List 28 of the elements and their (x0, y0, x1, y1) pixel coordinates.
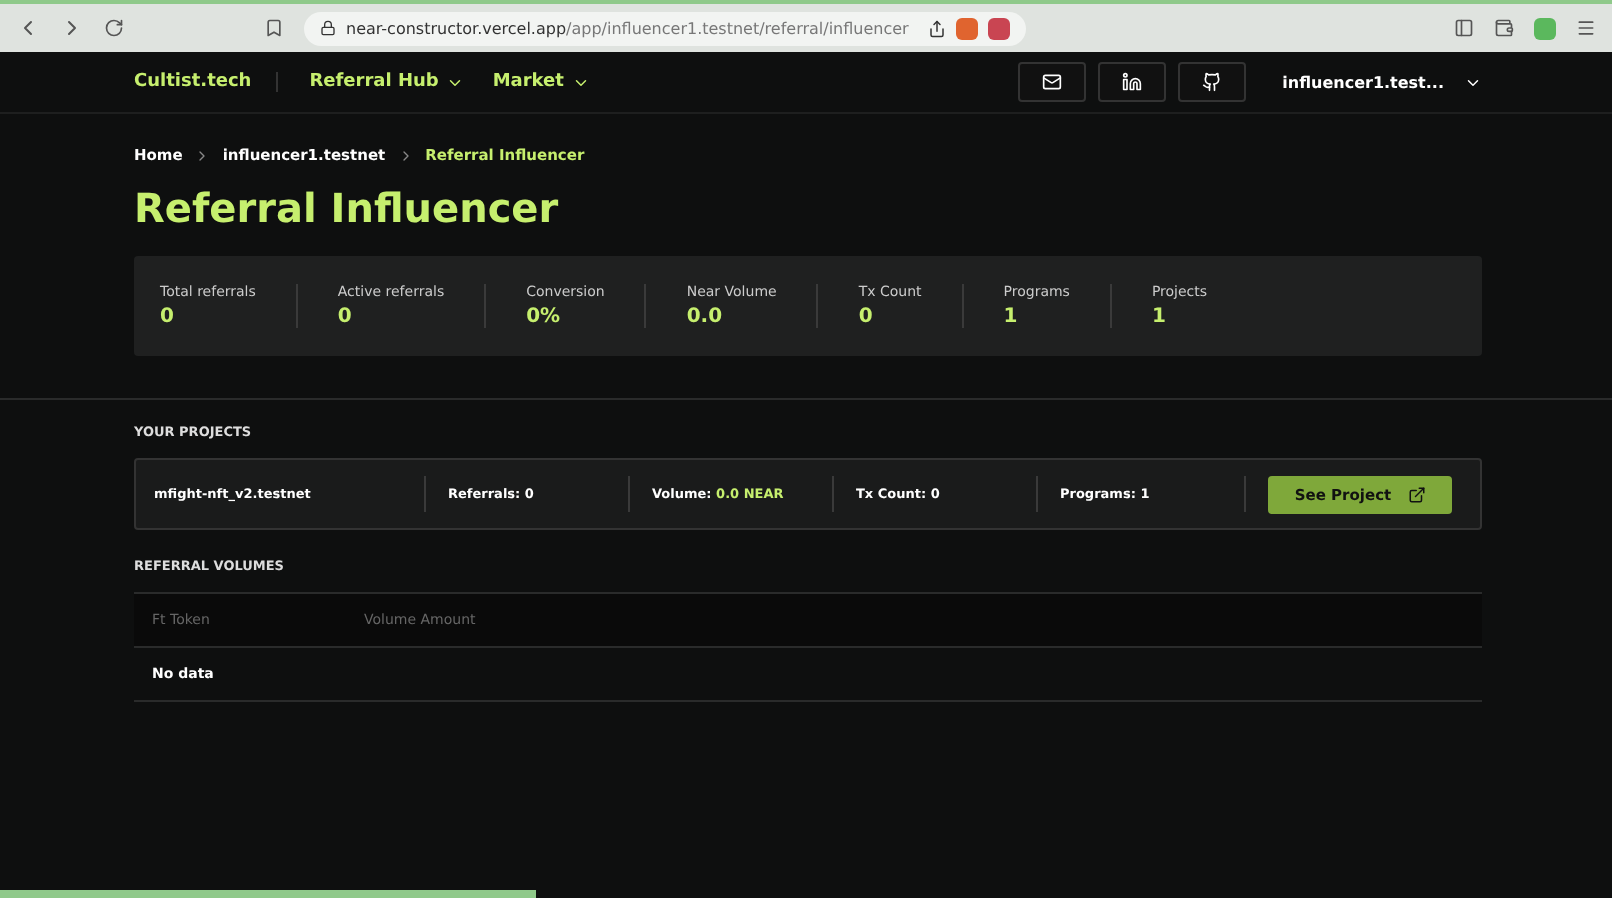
external-link-icon (1407, 485, 1426, 503)
share-icon[interactable] (928, 19, 947, 37)
lock-icon (320, 20, 336, 36)
stat-value: 0.0 (686, 306, 725, 328)
mail-button[interactable] (1018, 62, 1087, 102)
stat-value: 1 (1151, 306, 1168, 328)
stat-value: 0 (160, 306, 176, 328)
brand-logo[interactable]: Cultist.tech (134, 72, 278, 92)
linkedin-icon (1122, 72, 1143, 92)
mail-icon (1042, 72, 1063, 92)
nav-menu[interactable]: Market (492, 72, 590, 92)
stat-value: 0 (858, 306, 875, 328)
linkedin-button[interactable] (1098, 62, 1167, 102)
account-menu[interactable]: influencer1.test... (1282, 73, 1482, 91)
nav-menu[interactable]: Referral Hub (309, 72, 465, 92)
github-icon (1202, 72, 1223, 92)
stat-value: 1 (1003, 306, 1020, 328)
stat-value: 0 (337, 306, 354, 328)
reload-icon[interactable] (104, 18, 124, 38)
stat-value: 0% (526, 306, 563, 328)
github-button[interactable] (1178, 62, 1247, 102)
wallet-icon[interactable] (1494, 18, 1514, 38)
page-title: Referral Influencer (134, 184, 561, 232)
menu-icon[interactable] (1576, 18, 1596, 38)
bookmark-icon[interactable] (264, 18, 284, 38)
sidebar-icon[interactable] (1454, 18, 1474, 38)
url-text: near-constructor.vercel.app/app/influencer1.testnet/referral/influencer (346, 19, 909, 37)
address-bar[interactable]: near-constructor.vercel.app/app/influencer1.testnet/referral/influencer (304, 11, 1027, 45)
